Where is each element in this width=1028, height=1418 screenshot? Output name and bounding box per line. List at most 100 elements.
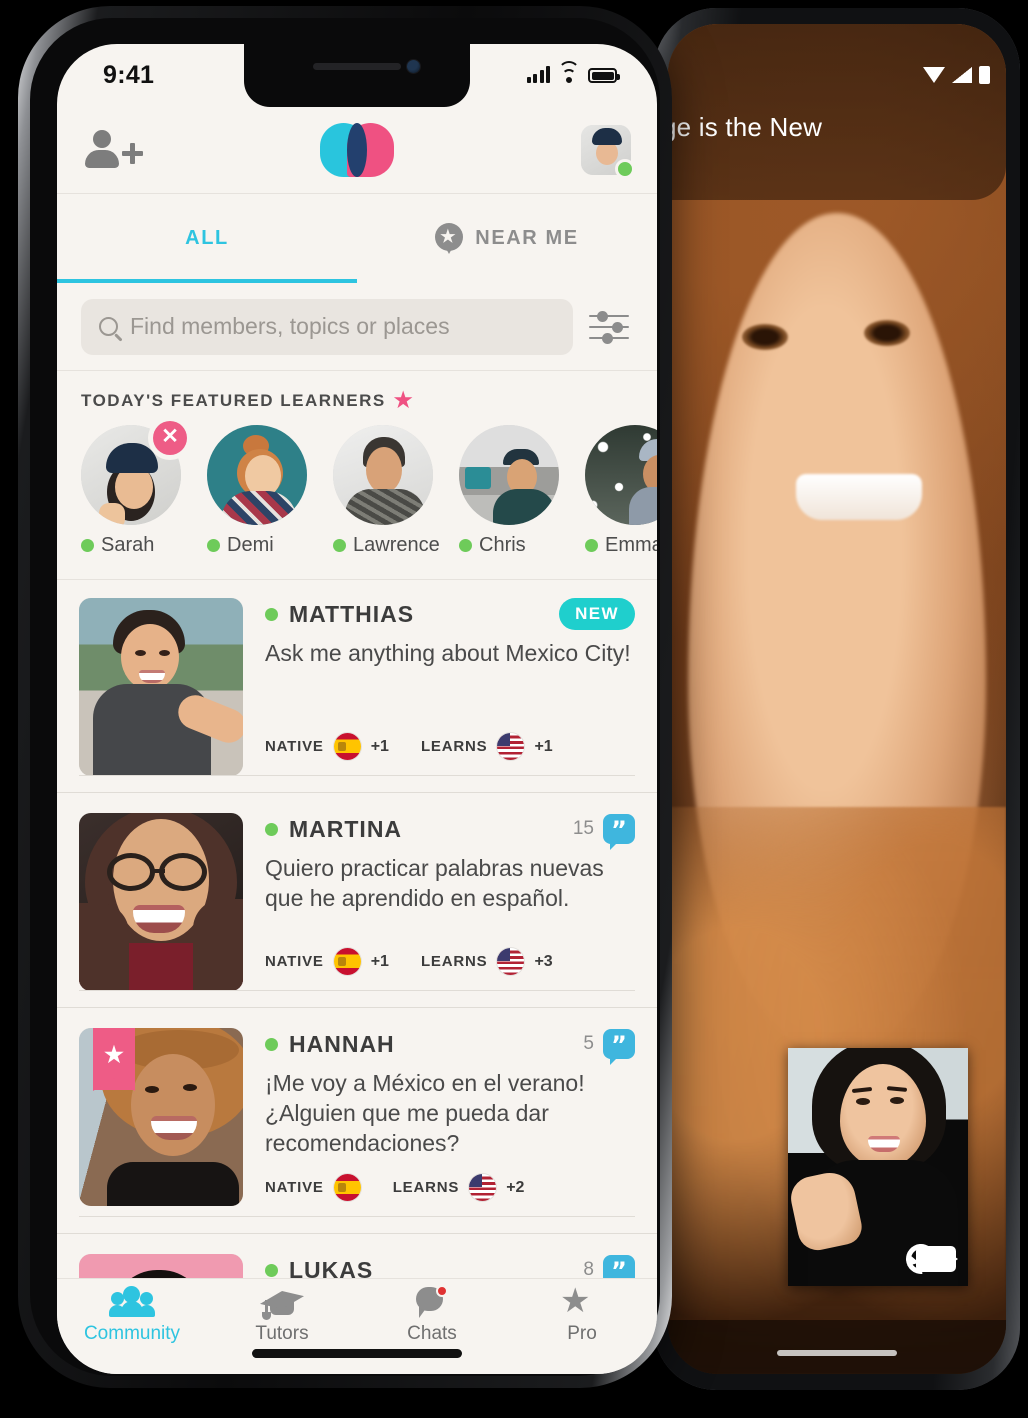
post-meta: NEW [559, 598, 635, 630]
post-photo[interactable]: ★ [79, 1028, 243, 1206]
learner-avatar[interactable] [585, 425, 657, 525]
nav-item-community[interactable]: Community [57, 1279, 207, 1352]
feed-post[interactable]: MATTHIAS NEW Ask me anything about Mexic… [57, 580, 657, 776]
learner-avatar[interactable] [207, 425, 307, 525]
featured-learner[interactable]: Lawrence [333, 425, 440, 557]
feed-post[interactable]: ★ HANNAH 5 ” ¡Me voy a México en el vera… [57, 1007, 657, 1217]
post-text: Ask me anything about Mexico City! [265, 640, 631, 666]
wifi-icon [923, 67, 945, 83]
post-author-name[interactable]: MATTHIAS [289, 601, 414, 628]
post-body: MARTINA 15 ” Quiero practicar palabras n… [79, 813, 635, 991]
home-indicator[interactable] [252, 1349, 462, 1358]
feed-post[interactable]: LUKAS 8 ” I need to call Ikea to change … [57, 1233, 657, 1278]
learner-name-row: Chris [459, 534, 559, 557]
post-languages: NATIVE +1 LEARNS +3 [265, 932, 635, 991]
foreground-phone: 9:41 ALL ★ NEAR ME Find members, topics … [18, 6, 672, 1388]
comment-bubble-icon[interactable]: ” [603, 814, 635, 850]
online-dot [265, 607, 278, 621]
flip-camera-icon[interactable] [899, 1234, 958, 1281]
signal-icon [952, 67, 972, 83]
post-languages: NATIVE LEARNS +2 [265, 1158, 635, 1217]
nav-label-chats: Chats [407, 1323, 457, 1344]
community-feed[interactable]: MATTHIAS NEW Ask me anything about Mexic… [57, 580, 657, 1278]
native-extra-count: +1 [370, 952, 389, 970]
wifi-icon [558, 61, 580, 83]
dismiss-learner-button[interactable]: ✕ [153, 421, 187, 455]
quote-glyph: ” [611, 1031, 627, 1059]
post-photo[interactable] [79, 598, 243, 776]
feed-post[interactable]: MARTINA 15 ” Quiero practicar palabras n… [57, 792, 657, 991]
nav-pill[interactable] [777, 1350, 897, 1356]
post-photo[interactable] [79, 1254, 243, 1278]
learner-avatar[interactable] [333, 425, 433, 525]
tab-active-indicator [57, 279, 357, 283]
post-divider [79, 775, 635, 776]
map-pin-star-icon: ★ [435, 222, 464, 255]
featured-learners-section: TODAY'S FEATURED LEARNERS ★ ✕ Sarah Demi… [57, 371, 657, 580]
learner-name: Emma [605, 534, 657, 556]
sliders-icon[interactable] [587, 307, 633, 347]
search-input[interactable]: Find members, topics or places [81, 298, 573, 355]
post-photo[interactable] [79, 813, 243, 991]
post-meta[interactable]: 15 ” [573, 814, 635, 850]
comment-bubble-icon[interactable]: ” [603, 1255, 635, 1278]
video-call-topbar: ge is the New [668, 24, 1006, 200]
nav-label-pro: Pro [567, 1323, 597, 1344]
battery-full-icon [588, 68, 620, 83]
video-call-screen: ge is the New [668, 24, 1006, 1374]
avatar-beanie [592, 128, 622, 145]
featured-learners-row[interactable]: ✕ Sarah Demi Lawrence Chris Emm [57, 411, 657, 557]
online-dot [585, 539, 598, 552]
post-meta[interactable]: 8 ” [583, 1255, 635, 1278]
comment-count: 8 [583, 1259, 594, 1278]
slider-line-2 [589, 325, 629, 328]
featured-learner[interactable]: Demi [207, 425, 307, 557]
online-dot [459, 539, 472, 552]
photo-smile [139, 670, 165, 683]
nav-item-pro[interactable]: ★ Pro [507, 1279, 657, 1352]
slider-knob-3 [602, 332, 613, 344]
photo-glasses-bridge [151, 869, 165, 873]
online-dot [265, 1037, 278, 1051]
featured-learner[interactable]: Emma [585, 425, 657, 557]
comment-bubble-icon[interactable]: ” [603, 1029, 635, 1065]
quote-glyph: ” [611, 1257, 627, 1278]
android-nav-bar [668, 1320, 1006, 1374]
nav-label-tutors: Tutors [255, 1323, 309, 1344]
learns-extra-count: +2 [506, 1178, 525, 1196]
post-author-name[interactable]: HANNAH [289, 1031, 395, 1058]
post-text: ¡Me voy a México en el verano! ¿Alguien … [265, 1070, 585, 1156]
battery-icon [979, 66, 990, 84]
video-face-eye-left [742, 324, 788, 350]
featured-learner[interactable]: ✕ Sarah [81, 421, 187, 557]
post-meta[interactable]: 5 ” [583, 1029, 635, 1065]
chat-bubble-icon [410, 1285, 454, 1318]
add-person-icon[interactable] [85, 129, 143, 171]
learner-name-row: Demi [207, 534, 307, 557]
flag-usa-icon [469, 1174, 497, 1201]
slider-knob-1 [597, 310, 608, 322]
tab-all[interactable]: ALL [57, 194, 357, 283]
picture-in-picture-self-view[interactable] [788, 1048, 968, 1286]
learner-avatar[interactable] [459, 425, 559, 525]
tab-near-me[interactable]: ★ NEAR ME [357, 194, 657, 283]
bottom-navigation[interactable]: Community Tutors Chats ★ Pro [57, 1278, 657, 1374]
phone-bezel: 9:41 ALL ★ NEAR ME Find members, topics … [30, 18, 660, 1376]
post-author-name[interactable]: LUKAS [289, 1257, 373, 1279]
post-author-name[interactable]: MARTINA [289, 816, 402, 843]
flag-spain-icon [333, 948, 361, 975]
avatar-street-bus [465, 467, 491, 489]
nav-item-chats[interactable]: Chats [357, 1279, 507, 1352]
pip-mouth [868, 1136, 900, 1152]
video-call-title: ge is the New [668, 112, 823, 142]
person-head [93, 130, 111, 148]
star-icon: ★ [393, 389, 415, 412]
featured-learner[interactable]: Chris [459, 425, 559, 557]
status-icons [526, 61, 620, 83]
pip-eye-left [856, 1098, 870, 1105]
nav-item-tutors[interactable]: Tutors [207, 1279, 357, 1352]
post-divider [79, 990, 635, 991]
photo-top [107, 1162, 239, 1206]
notch [244, 44, 470, 107]
photo-eye-right [183, 1084, 197, 1091]
